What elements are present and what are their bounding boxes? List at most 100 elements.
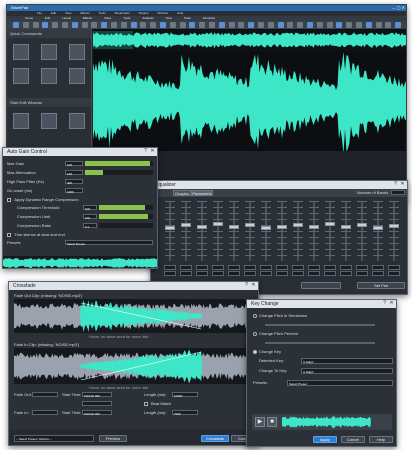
toolbar-tool-icon[interactable] [101, 22, 108, 28]
detected-key-select[interactable]: G Major [301, 358, 393, 364]
eq-band-knob[interactable] [373, 225, 383, 230]
eq-band-knob[interactable] [357, 223, 367, 228]
toolbar-tool-icon[interactable] [267, 22, 274, 28]
toolbar-tool-icon[interactable] [316, 22, 323, 28]
toolbar-tool-icon[interactable] [238, 22, 245, 28]
compression-threshold-input[interactable]: 100 [83, 205, 97, 211]
toolbar-tool-icon[interactable] [91, 22, 98, 28]
toolbar-tool-icon[interactable] [395, 22, 402, 28]
eq-band-knob[interactable] [325, 222, 335, 227]
eq-band-value-field[interactable] [356, 265, 368, 270]
max-gain-slider[interactable] [85, 161, 153, 166]
close-icon[interactable]: ✕ [150, 149, 155, 154]
fade-out-length-a[interactable] [82, 401, 112, 406]
fade-out-start-input[interactable]: 0:00:00.000 [82, 392, 112, 398]
percent-slider[interactable] [265, 342, 375, 344]
toolbar-tool-icon[interactable] [209, 22, 215, 28]
eq-band-value-field[interactable] [196, 265, 208, 270]
eq-band-knob[interactable] [389, 223, 399, 228]
eq-band-value-field[interactable] [244, 265, 256, 270]
close-icon[interactable]: ✕ [400, 182, 405, 187]
toolbar-tool-icon[interactable] [287, 22, 294, 28]
eq-band-knob[interactable] [261, 226, 271, 231]
toolbar-tool-icon[interactable] [326, 22, 333, 28]
key-help-button[interactable]: Help [369, 436, 393, 443]
eq-band-value-field[interactable] [276, 271, 288, 276]
stop-icon[interactable]: ■ [267, 417, 277, 427]
preset-actions-select[interactable]: -- Select Preset / Actions -- [14, 435, 94, 442]
eq-band-knob[interactable] [181, 223, 191, 228]
option-percent-radio[interactable] [253, 331, 257, 336]
max-gain-input[interactable]: 100 [65, 161, 83, 167]
toolbar-tool-icon[interactable] [42, 22, 49, 28]
option-semitones-radio[interactable] [253, 313, 257, 318]
eq-extra-button[interactable] [301, 282, 341, 289]
eq-band-knob[interactable] [213, 222, 223, 227]
eq-band-value-field[interactable] [244, 271, 256, 276]
on-onset-input[interactable]: 1000 [65, 188, 83, 194]
apply-compression-checkbox[interactable] [7, 197, 11, 202]
toolbar-tool-icon[interactable] [258, 22, 264, 28]
waveform-overview[interactable] [93, 29, 406, 51]
eq-band-value-field[interactable] [324, 265, 336, 270]
toolbar-tool-icon[interactable] [189, 22, 196, 28]
toolbar-tool-icon[interactable] [22, 22, 29, 28]
record-icon[interactable] [69, 44, 85, 60]
toolbar-tool-icon[interactable] [356, 22, 362, 28]
batch-icon[interactable] [69, 113, 85, 129]
eq-band-knob[interactable] [309, 225, 319, 230]
eq-band-value-field[interactable] [260, 271, 272, 276]
eq-band-value-field[interactable] [340, 265, 352, 270]
eq-band-knob[interactable] [341, 224, 351, 229]
toolbar-tool-icon[interactable] [111, 22, 117, 28]
help-icon[interactable]: ? [143, 149, 148, 154]
semitones-slider[interactable] [265, 324, 375, 326]
help-icon[interactable]: ? [382, 301, 387, 306]
toolbar-tool-icon[interactable] [120, 22, 127, 28]
toolbar-tool-icon[interactable] [169, 22, 176, 28]
eq-band-value-field[interactable] [388, 265, 400, 270]
toolbar-tool-icon[interactable] [160, 22, 166, 28]
eq-band-value-field[interactable] [228, 271, 240, 276]
key-apply-button[interactable]: Apply [313, 436, 337, 443]
fade-in-length-input[interactable]: 7000 [172, 410, 198, 416]
beat-match-checkbox[interactable] [144, 402, 148, 406]
track1-wave[interactable] [14, 299, 254, 333]
fade-in-start-input[interactable]: 0:00:00.000 [82, 410, 112, 416]
play-icon[interactable]: ▶ [255, 417, 265, 427]
fade-out-select[interactable] [32, 392, 58, 397]
trim-silence-checkbox[interactable] [7, 232, 11, 237]
save-icon[interactable] [69, 68, 85, 84]
high-pass-input[interactable]: 400 [65, 179, 83, 185]
toolbar-tool-icon[interactable] [150, 22, 157, 28]
eq-band-value-field[interactable] [292, 265, 304, 270]
eq-band-value-field[interactable] [324, 271, 336, 276]
compression-threshold-slider[interactable] [99, 205, 153, 210]
max-attenuation-input[interactable]: 100 [65, 170, 83, 176]
fade-in-select[interactable] [32, 410, 58, 415]
key-presets-select[interactable]: Select Preset [287, 380, 393, 386]
eq-band-value-field[interactable] [308, 271, 320, 276]
eq-band-value-field[interactable] [388, 271, 400, 276]
eq-band-value-field[interactable] [212, 271, 224, 276]
wizard-icon[interactable] [13, 113, 29, 129]
toolbar-tool-icon[interactable] [140, 22, 147, 28]
toolbar-tool-icon[interactable] [228, 22, 235, 28]
eq-band-value-field[interactable] [196, 271, 208, 276]
eq-band-value-field[interactable] [164, 271, 176, 276]
eq-band-knob[interactable] [197, 224, 207, 229]
key-cancel-button[interactable]: Cancel [341, 436, 365, 443]
eq-band-knob[interactable] [165, 226, 175, 231]
eq-band-value-field[interactable] [276, 265, 288, 270]
eq-band-value-field[interactable] [180, 265, 192, 270]
edit-icon[interactable] [13, 68, 29, 84]
eq-band-knob[interactable] [293, 223, 303, 228]
help-icon[interactable]: ? [393, 182, 398, 187]
close-icon[interactable]: ✕ [251, 283, 256, 288]
option-key-radio[interactable] [253, 349, 257, 354]
eq-band-value-field[interactable] [340, 271, 352, 276]
toolbar-tool-icon[interactable] [52, 22, 59, 28]
compression-limit-input[interactable]: 100 [83, 214, 97, 220]
toolbar-tool-icon[interactable] [248, 22, 255, 28]
toolbar-tool-icon[interactable] [81, 22, 88, 28]
